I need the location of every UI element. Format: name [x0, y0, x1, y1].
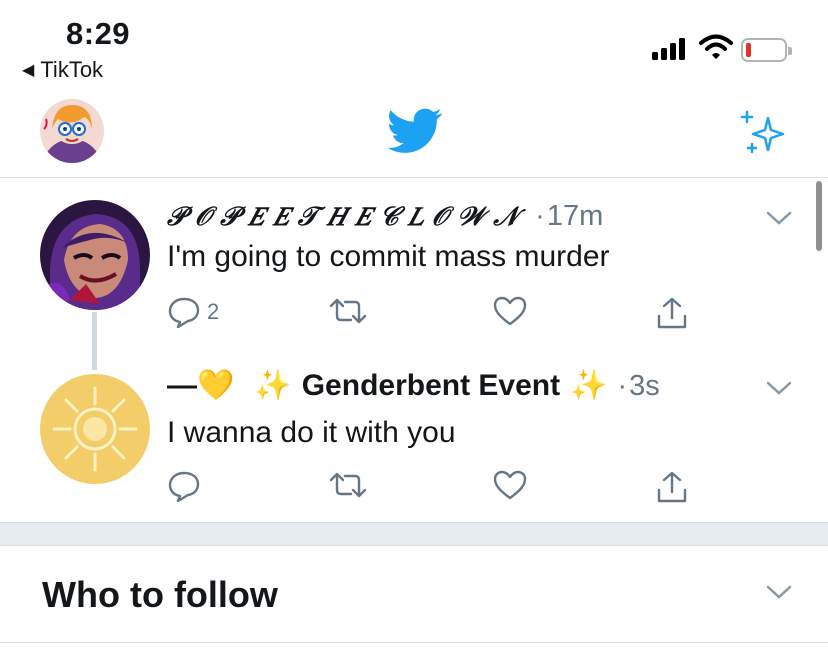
- reply-button[interactable]: 2: [167, 296, 219, 328]
- nav-divider: [0, 177, 828, 178]
- battery-icon: [741, 38, 792, 62]
- heart-icon: [493, 470, 527, 500]
- tweet[interactable]: — 💛 ✨ Genderbent Event ✨ · 3s I wanna do…: [0, 360, 812, 520]
- tweet-text: I'm going to commit mass murder: [167, 240, 610, 273]
- chevron-down-icon[interactable]: [766, 584, 792, 600]
- retweet-button[interactable]: [329, 470, 367, 500]
- tweet-timestamp[interactable]: 17m: [547, 200, 603, 233]
- tweet-header: 𝒫𝒪𝒫𝐸𝐸𝒯𝐻𝐸𝒞𝐿𝒪𝒲𝒩 · 17m: [167, 200, 603, 233]
- reply-icon: [168, 297, 200, 328]
- retweet-icon: [329, 298, 367, 324]
- reply-count: 2: [207, 299, 220, 324]
- name-prefix: —: [167, 369, 197, 402]
- tweet-header: — 💛 ✨ Genderbent Event ✨ · 3s: [167, 368, 660, 403]
- retweet-icon: [329, 472, 367, 498]
- separator-dot: ·: [617, 370, 628, 402]
- yellow-heart-emoji: 💛: [197, 369, 235, 402]
- display-name[interactable]: 𝒫𝒪𝒫𝐸𝐸𝒯𝐻𝐸𝒞𝐿𝒪𝒲𝒩: [167, 202, 527, 233]
- tweet-actions: 2: [167, 296, 697, 330]
- share-button[interactable]: [655, 296, 689, 330]
- share-icon: [657, 471, 687, 503]
- tweet-text: I wanna do it with you: [167, 416, 456, 449]
- share-icon: [657, 297, 687, 329]
- who-to-follow-title: Who to follow: [42, 574, 278, 615]
- like-button[interactable]: [493, 296, 527, 326]
- reply-icon: [168, 471, 200, 502]
- tweet-timestamp[interactable]: 3s: [629, 370, 660, 403]
- tweet-actions: [167, 470, 697, 504]
- display-name[interactable]: Genderbent Event: [302, 369, 560, 403]
- reply-button[interactable]: [167, 470, 207, 502]
- like-button[interactable]: [493, 470, 527, 500]
- retweet-button[interactable]: [329, 296, 367, 326]
- status-time: 8:29: [66, 16, 131, 51]
- back-app-label: TikTok: [40, 57, 104, 82]
- separator-dot: ·: [535, 200, 545, 232]
- sparkles-emoji: ✨: [570, 369, 608, 402]
- share-button[interactable]: [655, 470, 689, 504]
- back-to-app-button[interactable]: ◀ TikTok: [22, 57, 103, 83]
- section-divider: [0, 522, 828, 546]
- twitter-bird-icon[interactable]: [387, 108, 443, 154]
- avatar[interactable]: [40, 200, 150, 310]
- sparkle-timeline-icon[interactable]: [740, 110, 788, 156]
- chevron-down-icon[interactable]: [766, 210, 792, 226]
- wifi-icon: [699, 34, 733, 59]
- heart-icon: [493, 296, 527, 326]
- avatar[interactable]: [40, 374, 150, 484]
- cellular-signal-icon: [652, 38, 685, 60]
- chevron-down-icon[interactable]: [766, 380, 792, 396]
- scrollbar[interactable]: [816, 181, 822, 251]
- back-triangle-icon: ◀: [22, 62, 35, 79]
- bottom-divider: [0, 642, 828, 643]
- tweet[interactable]: 𝒫𝒪𝒫𝐸𝐸𝒯𝐻𝐸𝒞𝐿𝒪𝒲𝒩 · 17m I'm going to commit …: [0, 180, 812, 330]
- profile-avatar-button[interactable]: [40, 99, 104, 163]
- sparkles-emoji: ✨: [254, 369, 292, 402]
